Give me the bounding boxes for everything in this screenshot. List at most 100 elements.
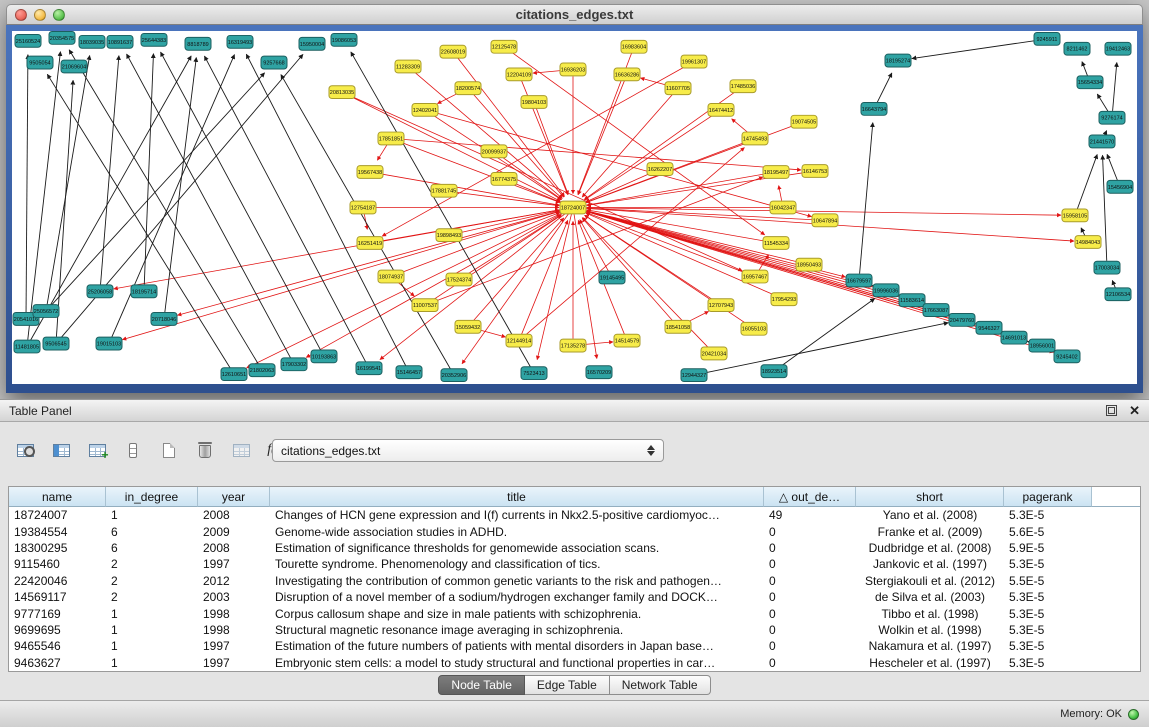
graph-node[interactable]: 11607705 [665,82,691,95]
graph-node[interactable]: 12204109 [506,68,532,81]
citation-edge-red[interactable] [574,214,597,358]
graph-node[interactable]: 12144914 [506,334,532,347]
table-cell[interactable]: Estimation of the future numbers of pati… [270,639,764,653]
table-cell[interactable]: Changes of HCN gene expression and I(f) … [270,508,764,522]
close-panel-icon[interactable]: ✕ [1129,405,1140,416]
table-cell[interactable]: 18724007 [9,508,106,522]
table-cell[interactable]: 5.3E-5 [1004,607,1092,621]
citation-edge-black[interactable] [1082,62,1088,76]
citation-edge-black[interactable] [51,73,265,306]
graph-node[interactable]: 16055103 [741,322,767,335]
graph-node[interactable]: 25160524 [15,34,41,47]
citation-edge-black[interactable] [1107,154,1117,180]
graph-node[interactable]: 16957467 [742,270,768,283]
graph-node[interactable]: 21802063 [249,364,275,377]
graph-node[interactable]: 19996036 [873,284,899,297]
graph-node[interactable]: 18074937 [378,270,404,283]
citation-edge-red[interactable] [380,212,568,360]
graph-node[interactable]: 18039035 [79,35,105,48]
table-cell[interactable]: 2 [106,574,198,588]
delete-table-button[interactable] [194,438,216,462]
table-cell[interactable]: 0 [764,525,856,539]
window-titlebar[interactable]: citations_edges.txt [6,4,1143,25]
graph-node[interactable]: 15950004 [299,37,325,50]
citation-edge-red[interactable] [377,144,387,160]
graph-node[interactable]: 12402041 [412,103,438,116]
table-cell[interactable]: Jankovic et al. (1997) [856,557,1004,571]
graph-node[interactable]: 16643794 [861,102,887,115]
citation-edge-black[interactable] [56,80,73,336]
graph-node[interactable]: 19145495 [599,271,625,284]
citation-edge-red[interactable] [580,220,609,272]
table-cell[interactable]: 5.6E-5 [1004,525,1092,539]
graph-node[interactable]: 21441570 [1089,135,1115,148]
graph-node[interactable]: 17003034 [1094,261,1120,274]
create-column-button[interactable] [86,438,108,462]
table-cell[interactable]: 22420046 [9,574,106,588]
citation-edge-black[interactable] [112,55,235,338]
citation-edge-red[interactable] [779,186,782,201]
citation-edge-red[interactable] [432,112,812,217]
table-cell[interactable]: 6 [106,541,198,555]
table-cell[interactable]: 1997 [198,639,270,653]
column-header-5[interactable]: short [856,487,1004,507]
citation-edge-red[interactable] [348,95,742,271]
graph-node[interactable]: 18195714 [131,285,157,298]
graph-node[interactable]: 16774375 [491,172,517,185]
memory-status-icon[interactable] [1128,709,1139,720]
table-cell[interactable]: 0 [764,557,856,571]
tab-edge-table[interactable]: Edge Table [525,675,610,695]
graph-node[interactable]: 16474412 [708,103,734,116]
table-cell[interactable]: 0 [764,623,856,637]
citation-edge-black[interactable] [860,123,873,274]
graph-node[interactable]: 10891637 [107,35,133,48]
table-cell[interactable]: 2 [106,557,198,571]
table-cell[interactable]: 2008 [198,508,270,522]
citation-edge-red[interactable] [114,209,566,289]
citation-edge-black[interactable] [1077,154,1097,208]
table-cell[interactable]: 5.3E-5 [1004,656,1092,670]
citation-edge-black[interactable] [204,56,365,362]
graph-node[interactable]: 20718046 [151,313,177,326]
graph-node[interactable]: 16146753 [802,165,828,178]
column-header-0[interactable]: name [9,487,106,507]
tab-network-table[interactable]: Network Table [610,675,711,695]
table-cell[interactable]: 2008 [198,541,270,555]
table-row[interactable]: 2242004622012Investigating the contribut… [9,573,1140,589]
table-cell[interactable]: 9115460 [9,557,106,571]
citation-edge-black[interactable] [101,56,119,285]
citation-edge-red[interactable] [382,65,688,236]
table-cell[interactable]: Yano et al. (2008) [856,508,1004,522]
graph-node[interactable]: 17135278 [560,339,586,352]
citation-edge-black[interactable] [1112,280,1115,287]
table-cell[interactable]: Wolkin et al. (1998) [856,623,1004,637]
table-cell[interactable]: 5.3E-5 [1004,639,1092,653]
table-cell[interactable]: Investigating the contribution of common… [270,574,764,588]
table-settings-button[interactable] [14,438,36,462]
citation-edge-red[interactable] [537,214,571,359]
graph-node[interactable]: 19086053 [331,33,357,46]
graph-node[interactable]: 22608019 [440,45,466,58]
graph-node[interactable]: 16199541 [356,362,382,375]
graph-node[interactable]: 17485036 [730,80,756,93]
graph-node[interactable]: 10193863 [311,350,337,363]
table-cell[interactable]: 0 [764,541,856,555]
graph-node[interactable]: 20099937 [481,145,507,158]
table-cell[interactable]: Tourette syndrome. Phenomenology and cla… [270,557,764,571]
table-cell[interactable]: 6 [106,525,198,539]
table-cell[interactable]: 5.5E-5 [1004,574,1092,588]
column-header-4[interactable]: △ out_de… [764,487,856,507]
graph-node[interactable]: 20479760 [949,313,975,326]
graph-node[interactable]: 12106534 [1105,288,1131,301]
table-cell[interactable]: 0 [764,656,856,670]
graph-node[interactable]: 19015103 [96,337,122,350]
citation-edge-red[interactable] [585,114,716,200]
graph-node[interactable]: 17663087 [923,304,949,317]
graph-node[interactable]: 12944327 [681,369,707,382]
table-cell[interactable]: 2009 [198,525,270,539]
graph-node[interactable]: 12707943 [708,299,734,312]
graph-node[interactable]: 17851851 [378,132,404,145]
table-row[interactable]: 1830029562008Estimation of significance … [9,540,1140,556]
table-cell[interactable]: Estimation of significance thresholds fo… [270,541,764,555]
citation-edge-red[interactable] [413,71,562,198]
